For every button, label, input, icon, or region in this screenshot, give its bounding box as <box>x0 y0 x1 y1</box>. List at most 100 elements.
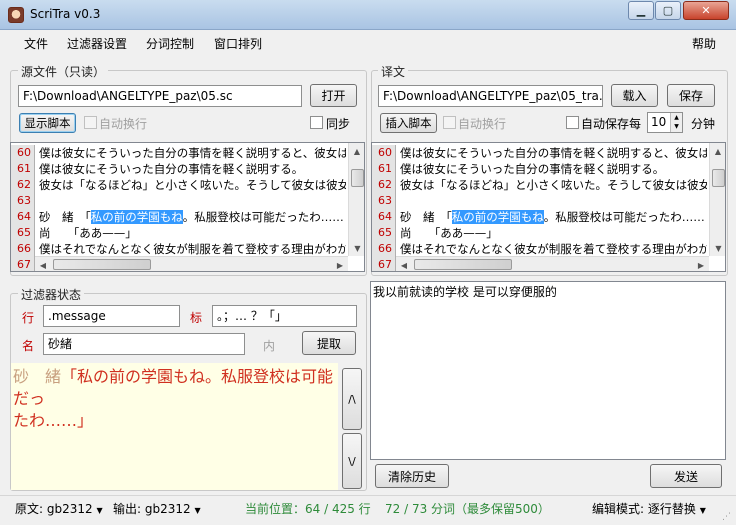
source-encoding-value: 原文: gb2312 <box>15 502 93 516</box>
segment-count: 72 / 73 分词（最多保留500） <box>385 502 550 516</box>
row-filter-label: 行 <box>22 311 35 325</box>
source-line-gutter: 60 61 62 63 64 65 66 67 <box>11 145 35 271</box>
line-suffix: 。私服登校は可能だったわ…… <box>543 210 705 224</box>
current-position: 当前位置：64 / 425 行 <box>245 502 371 516</box>
source-path-input[interactable]: F:\Download\ANGELTYPE_paz\05.sc <box>18 85 302 107</box>
script-line <box>39 193 346 209</box>
preview-speaker: 砂 緒 <box>13 367 62 386</box>
scroll-right-icon[interactable]: ▶ <box>332 257 348 271</box>
highlighted-text: 私の前の学園もね <box>451 210 544 224</box>
line-prefix: 砂 緒 「 <box>400 210 452 224</box>
target-lines: 僕は彼女にそういった自分の事情を軽く説明すると、彼女は「 僕は彼女にそういった自… <box>400 145 707 271</box>
scroll-down-icon[interactable]: ▼ <box>710 240 725 256</box>
script-line: 彼女は「なるほどね」と小さく呟いた。そうして彼女は彼女自身 <box>400 178 707 192</box>
source-vertical-scrollbar[interactable]: ▲ ▼ <box>348 143 364 256</box>
target-group-title: 译文 <box>378 63 409 80</box>
target-horizontal-scrollbar[interactable]: ◀ ▶ <box>396 256 709 271</box>
script-line: 僕はそれでなんとなく彼女が制服を着て登校する理由がわか <box>400 242 707 256</box>
edit-mode-select[interactable]: 编辑模式: 逐行替换 ▼ <box>592 500 706 517</box>
menu-file[interactable]: 文件 <box>24 35 48 52</box>
menu-window-arrange[interactable]: 窗口排列 <box>214 35 262 52</box>
window-title: ScriTra v0.3 <box>30 7 101 21</box>
script-line: 尚 「ああ——」 <box>400 226 498 240</box>
scroll-thumb[interactable] <box>351 169 364 187</box>
autosave-interval-spinner[interactable]: 10 ▲ ▼ <box>647 112 683 133</box>
target-word-wrap-checkbox[interactable] <box>443 116 456 129</box>
save-button[interactable]: 保存 <box>667 84 715 107</box>
clear-history-button[interactable]: 清除历史 <box>375 464 449 488</box>
menu-filter-settings[interactable]: 过滤器设置 <box>67 35 127 52</box>
next-line-button[interactable]: \/ <box>342 433 362 489</box>
menu-help[interactable]: 帮助 <box>692 35 716 52</box>
sync-checkbox[interactable] <box>310 116 323 129</box>
script-line: 尚 「ああ——」 <box>39 226 137 240</box>
line-number: 60 <box>17 146 31 159</box>
line-number: 60 <box>378 146 392 159</box>
send-button[interactable]: 发送 <box>650 464 722 488</box>
title-bar <box>0 0 736 30</box>
source-word-wrap-label: 自动换行 <box>99 117 148 131</box>
scroll-left-icon[interactable]: ◀ <box>35 257 51 271</box>
dropdown-arrow-icon: ▼ <box>96 506 103 515</box>
line-number: 65 <box>378 226 392 239</box>
translation-text: 我以前就读的学校 是可以穿便服的 <box>373 285 557 299</box>
scroll-thumb[interactable] <box>53 259 151 270</box>
mark-filter-input[interactable]: 。；… ？「」 <box>212 305 357 327</box>
script-line <box>400 193 707 209</box>
target-vertical-scrollbar[interactable]: ▲ ▼ <box>709 143 725 256</box>
line-number: 62 <box>378 178 392 191</box>
close-button[interactable]: ✕ <box>683 1 729 20</box>
scroll-down-icon[interactable]: ▼ <box>349 240 364 256</box>
line-number: 65 <box>17 226 31 239</box>
preview-text: 砂 緒「私の前の学園もね。私服登校は可能だっ たわ……」 <box>11 363 338 435</box>
scroll-up-icon[interactable]: ▲ <box>710 143 725 159</box>
line-suffix: 。私服登校は可能だったわ…… <box>182 210 344 224</box>
script-line: 僕はそれでなんとなく彼女が制服を着て登校する理由がわか <box>39 242 346 256</box>
script-line-current: 砂 緒 「私の前の学園もね。私服登校は可能だったわ…… <box>400 209 707 225</box>
source-horizontal-scrollbar[interactable]: ◀ ▶ <box>35 256 348 271</box>
line-number: 63 <box>17 194 31 207</box>
load-button[interactable]: 载入 <box>611 84 658 107</box>
scroll-thumb[interactable] <box>414 259 512 270</box>
scroll-thumb[interactable] <box>712 169 725 187</box>
line-number: 64 <box>378 210 392 223</box>
name-filter-input[interactable]: 砂緒 <box>43 333 245 355</box>
target-word-wrap-label: 自动换行 <box>458 117 507 131</box>
menu-segment-control[interactable]: 分词控制 <box>146 35 194 52</box>
source-script-pane[interactable]: 60 61 62 63 64 65 66 67 僕は彼女にそういった自分の事情を… <box>10 142 365 272</box>
insert-script-button[interactable]: 插入脚本 <box>380 113 437 133</box>
source-encoding-select[interactable]: 原文: gb2312 ▼ <box>15 500 103 517</box>
output-encoding-select[interactable]: 输出: gb2312 ▼ <box>113 500 201 517</box>
target-script-pane[interactable]: 60 61 62 63 64 65 66 67 僕は彼女にそういった自分の事情を… <box>371 142 726 272</box>
minimize-button[interactable]: ▁ <box>628 1 654 20</box>
row-filter-input[interactable]: .message <box>43 305 180 327</box>
line-number: 66 <box>378 242 392 255</box>
autosave-interval-value: 10 <box>651 115 667 129</box>
translation-input[interactable]: 我以前就读的学校 是可以穿便服的 <box>370 281 726 460</box>
preview-open-quote: 「 <box>61 367 78 386</box>
autosave-checkbox[interactable] <box>566 116 579 129</box>
spinner-arrows-icon[interactable]: ▲ ▼ <box>670 113 682 132</box>
line-number: 66 <box>17 242 31 255</box>
script-line: 僕は彼女にそういった自分の事情を軽く説明すると、彼女は「! <box>39 146 346 160</box>
previous-line-button[interactable]: /\ <box>342 368 362 430</box>
line-number: 63 <box>378 194 392 207</box>
line-number: 64 <box>17 210 31 223</box>
line-number: 62 <box>17 178 31 191</box>
line-number: 67 <box>17 258 31 271</box>
scroll-right-icon[interactable]: ▶ <box>693 257 709 271</box>
open-button[interactable]: 打开 <box>310 84 357 107</box>
preview-content-line2: たわ……」 <box>13 411 94 430</box>
resize-grip-icon[interactable]: ⋰ <box>722 511 734 523</box>
maximize-button[interactable]: ▢ <box>655 1 681 20</box>
source-group-title: 源文件（只读） <box>18 63 109 80</box>
dropdown-arrow-icon: ▼ <box>194 506 201 515</box>
extract-button[interactable]: 提取 <box>302 331 356 355</box>
show-script-button[interactable]: 显示脚本 <box>19 113 76 133</box>
target-path-input[interactable]: F:\Download\ANGELTYPE_paz\05_tra.t: <box>378 85 603 107</box>
source-word-wrap-checkbox[interactable] <box>84 116 97 129</box>
scroll-up-icon[interactable]: ▲ <box>349 143 364 159</box>
scroll-left-icon[interactable]: ◀ <box>396 257 412 271</box>
line-prefix: 砂 緒 「 <box>39 210 91 224</box>
name-filter-label: 名 <box>22 339 35 353</box>
